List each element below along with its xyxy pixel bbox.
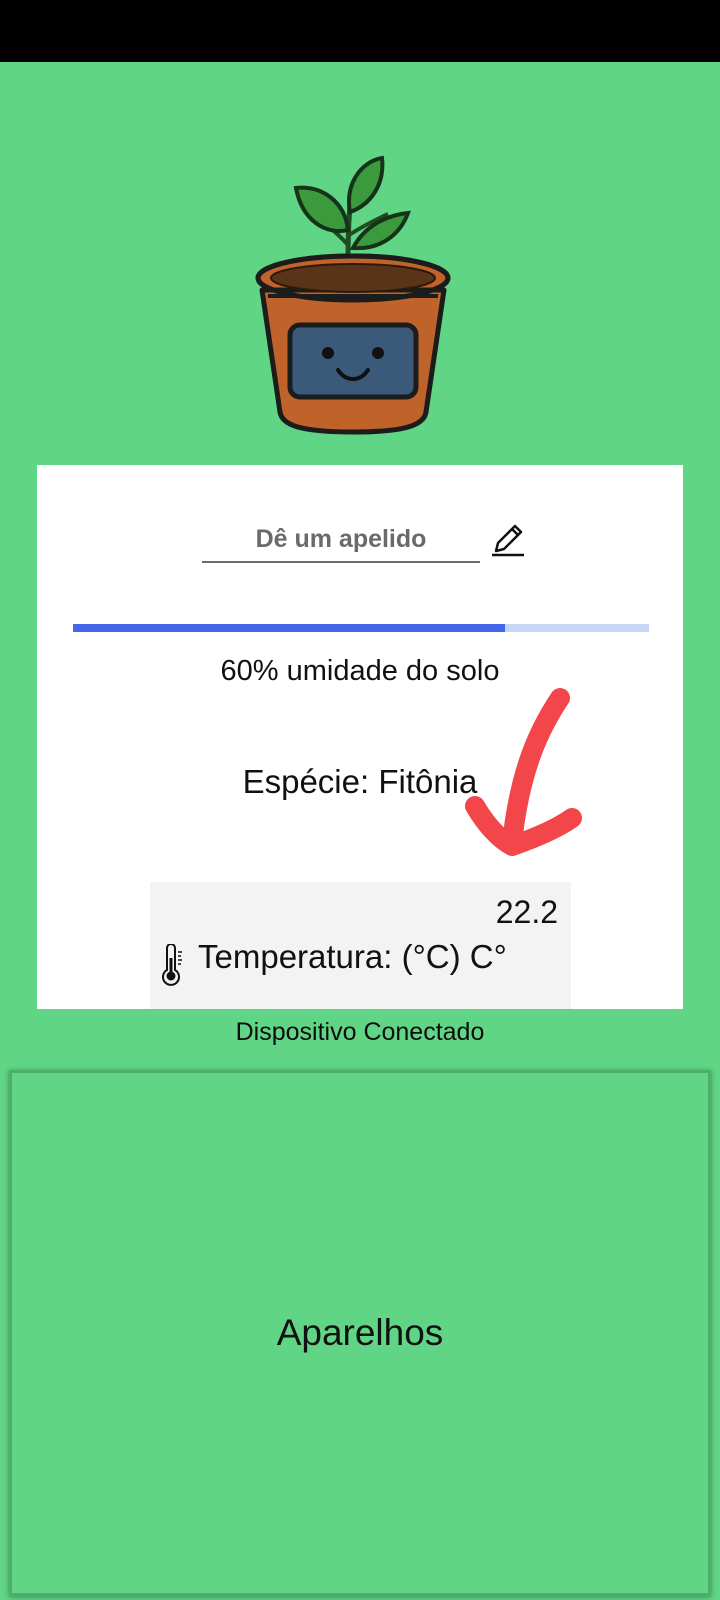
species-text: Espécie: Fitônia [242, 763, 478, 800]
plant-info-card: 60% umidade do solo Espécie: Fitônia 22.… [37, 465, 683, 1009]
thermometer-icon [162, 944, 182, 986]
smiling-plant-pot-icon [255, 155, 451, 435]
connection-status: Dispositivo Conectado [235, 1018, 485, 1046]
temperature-box: 22.2 Temperatura: (°C) C° [150, 882, 571, 1009]
temperature-label: Temperatura: (°C) C° [198, 938, 507, 975]
temperature-value: 22.2 [495, 894, 558, 930]
soil-moisture-progress-fill [73, 624, 505, 632]
status-bar [0, 0, 720, 62]
devices-button[interactable]: Aparelhos [9, 1070, 711, 1596]
nickname-row [202, 517, 532, 567]
soil-moisture-text: 60% umidade do solo [220, 655, 500, 687]
pencil-icon [492, 524, 524, 557]
nickname-input[interactable] [202, 517, 480, 563]
edit-nickname-button[interactable] [488, 519, 528, 559]
soil-moisture-progress-bar [73, 624, 649, 632]
